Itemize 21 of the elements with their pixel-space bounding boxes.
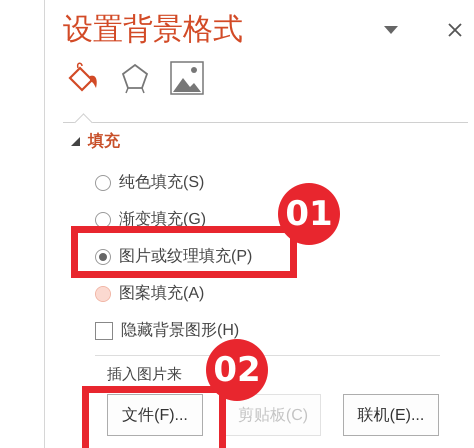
pentagon-icon <box>120 62 150 94</box>
pane-title: 设置背景格式 <box>63 12 243 48</box>
radio-label[interactable]: 图片或纹理填充(P) <box>119 246 252 267</box>
radio-label[interactable]: 纯色填充(S) <box>119 172 204 193</box>
dropdown-icon[interactable] <box>384 26 398 34</box>
step-number: 01 <box>278 183 340 245</box>
insert-picture-label: 插入图片来 <box>107 366 182 384</box>
radio-button[interactable] <box>95 174 111 190</box>
radio-label[interactable]: 图案填充(A) <box>119 283 204 304</box>
radio-button[interactable] <box>95 212 111 228</box>
radio-label[interactable]: 渐变填充(G) <box>119 209 206 230</box>
close-icon[interactable] <box>448 23 462 37</box>
radio-button[interactable] <box>95 248 111 264</box>
checkbox-label[interactable]: 隐藏背景图形(H) <box>121 320 240 341</box>
step-number: 02 <box>206 339 268 401</box>
source-button[interactable]: 文件(F)... <box>107 394 203 436</box>
section-title[interactable]: 填充 <box>88 131 120 152</box>
expand-triangle-icon[interactable] <box>71 137 80 146</box>
image-icon <box>170 61 204 95</box>
source-button[interactable]: 联机(E)... <box>343 394 439 436</box>
checkbox[interactable] <box>95 322 113 340</box>
